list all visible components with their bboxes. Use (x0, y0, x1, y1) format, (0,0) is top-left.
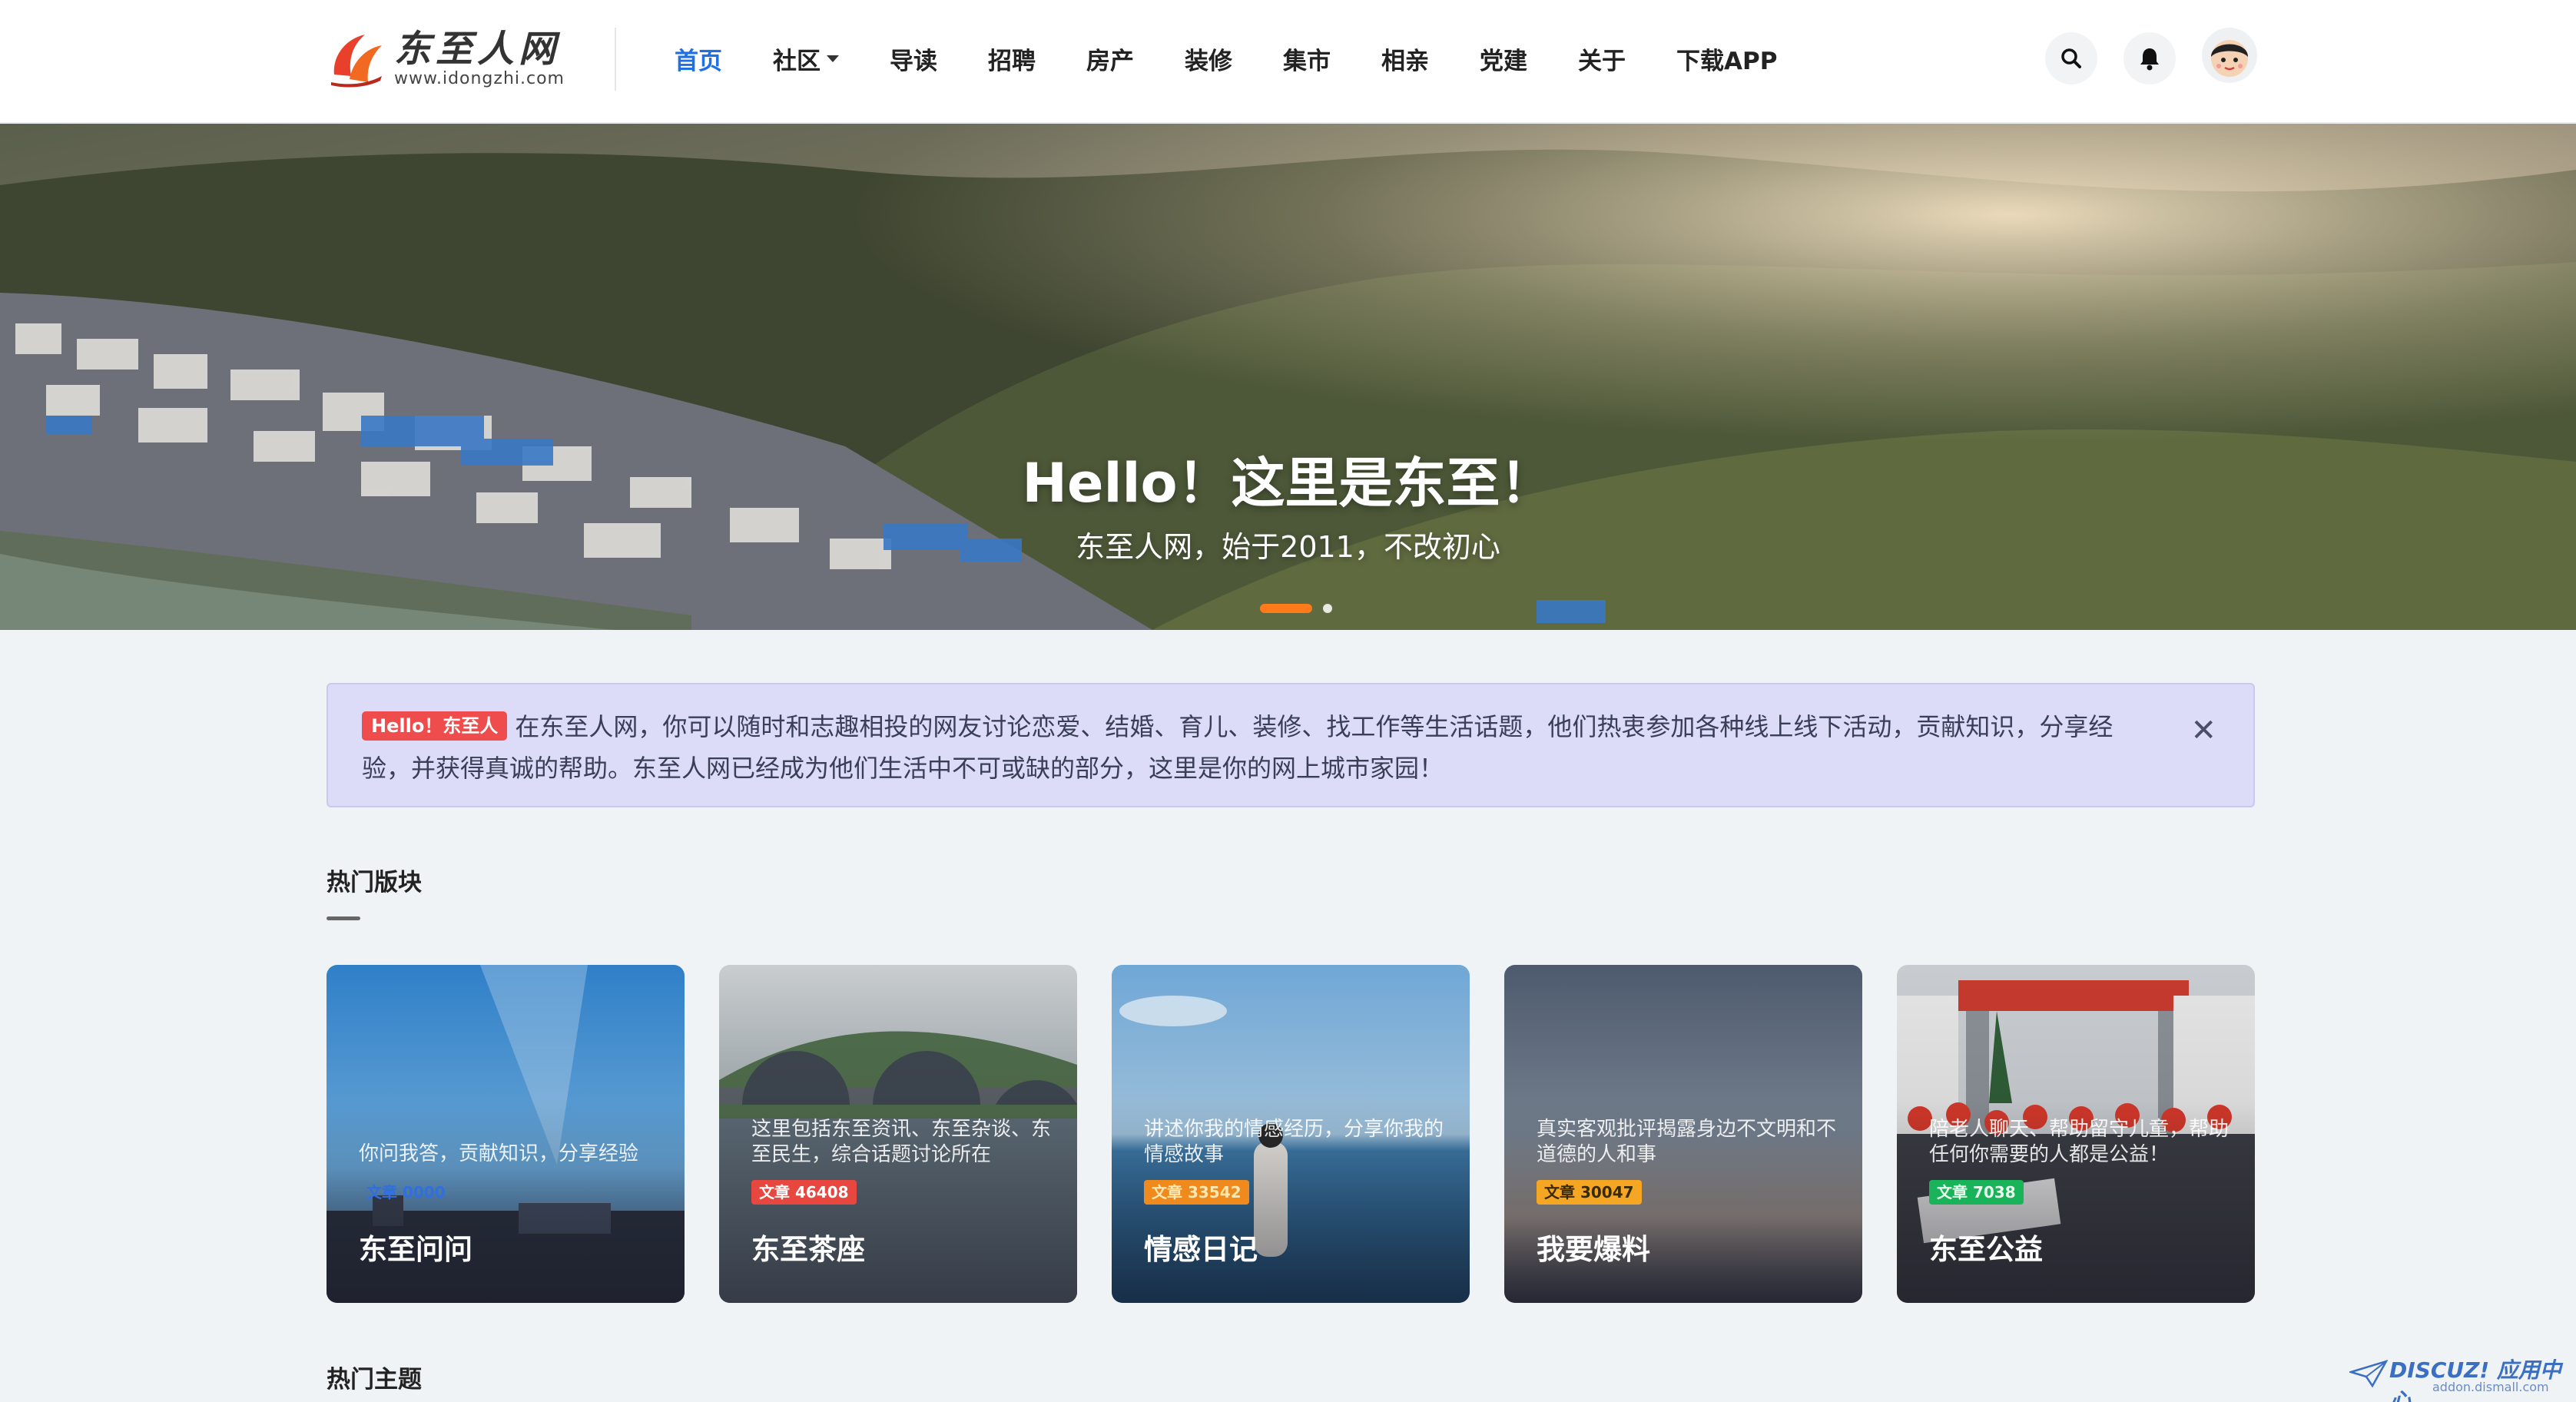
board-article-count: 文章 46408 (751, 1180, 857, 1205)
board-name: 我要爆料 (1537, 1233, 1650, 1266)
nav-label: 装修 (1185, 47, 1232, 75)
hot-boards-list: 你问我答，贡献知识，分享经验 文章 0000 东至问问 这里包括东至资讯、东至杂… (327, 965, 2255, 1303)
nav-label: 党建 (1480, 47, 1527, 75)
notifications-button[interactable] (2123, 32, 2176, 85)
nav-label: 相亲 (1381, 47, 1429, 75)
nav-label: 集市 (1283, 47, 1331, 75)
board-card[interactable]: 真实客观批评揭露身边不文明和不道德的人和事 文章 30047 我要爆料 (1504, 965, 1862, 1303)
bell-icon (2140, 48, 2159, 71)
board-article-count: 文章 0000 (366, 1183, 446, 1201)
board-description: 陪老人聊天、帮助留守儿童，帮助任何你需要的人都是公益！ (1929, 1118, 2230, 1166)
welcome-notice: Hello！东至人 在东至人网，你可以随时和志趣相投的网友讨论恋爱、结婚、育儿、装… (327, 683, 2255, 807)
nav-label: 导读 (890, 47, 937, 75)
board-article-count: 文章 7038 (1929, 1180, 2024, 1205)
board-description: 这里包括东至资讯、东至杂谈、东至民生，综合话题讨论所在 (751, 1118, 1052, 1166)
nav-label: 首页 (675, 47, 722, 75)
nav-item-market[interactable]: 集市 (1283, 41, 1331, 76)
hero-banner[interactable]: Hello！这里是东至！ 东至人网，始于2011，不改初心 (0, 124, 2576, 630)
carousel-dot-2[interactable] (1323, 604, 1332, 613)
search-icon (2061, 48, 2081, 68)
board-description: 讲述你我的情感经历，分享你我的情感故事 (1144, 1118, 1444, 1166)
nav-item-dating[interactable]: 相亲 (1381, 41, 1429, 76)
carousel-dot-1[interactable] (1260, 604, 1312, 613)
nav-item-party[interactable]: 党建 (1480, 41, 1527, 76)
board-name: 东至公益 (1929, 1233, 2043, 1266)
hero-subtitle: 东至人网，始于2011，不改初心 (1076, 530, 1500, 564)
nav-label: 社区 (773, 47, 821, 75)
site-logo[interactable]: 东至人网 www.idongzhi.com (327, 26, 564, 91)
notice-text: 在东至人网，你可以随时和志趣相投的网友讨论恋爱、结婚、育儿、装修、找工作等生活话… (362, 712, 2114, 783)
notice-badge: Hello！东至人 (362, 711, 508, 741)
hot-boards-title: 热门版块 (327, 869, 422, 897)
nav-label: 招聘 (988, 47, 1036, 75)
avatar-face-icon (2211, 40, 2248, 77)
nav-item-about[interactable]: 关于 (1578, 41, 1626, 76)
search-button[interactable] (2045, 32, 2097, 85)
main-nav: 首页 社区 导读 招聘 房产 装修 集市 相亲 党建 关于 下载APP (675, 0, 1828, 117)
watermark-url: addon.dismall.com (2432, 1380, 2549, 1394)
board-name: 情感日记 (1144, 1233, 1258, 1266)
user-avatar[interactable] (2202, 28, 2257, 83)
logo-title: 东至人网 (394, 28, 561, 71)
nav-item-housing[interactable]: 房产 (1086, 41, 1134, 76)
header-divider (615, 28, 616, 91)
close-icon[interactable]: ✕ (2190, 715, 2216, 746)
site-header: 东至人网 www.idongzhi.com 首页 社区 导读 招聘 房产 装修 … (0, 0, 2576, 123)
nav-label: 房产 (1086, 47, 1134, 75)
chevron-down-icon (827, 55, 839, 62)
nav-label: 关于 (1578, 47, 1626, 75)
paper-plane-icon (2349, 1360, 2388, 1388)
board-description: 你问我答，贡献知识，分享经验 (359, 1142, 639, 1165)
board-card[interactable]: 你问我答，贡献知识，分享经验 文章 0000 东至问问 (327, 965, 685, 1303)
logo-url: www.idongzhi.com (394, 69, 565, 88)
board-name: 东至问问 (359, 1233, 472, 1266)
board-card[interactable]: 讲述你我的情感经历，分享你我的情感故事 文章 33542 情感日记 (1112, 965, 1470, 1303)
carousel-indicators (1260, 604, 1332, 613)
hero-title: Hello！这里是东至！ (1022, 452, 1554, 515)
nav-item-home[interactable]: 首页 (675, 41, 722, 76)
board-description: 真实客观批评揭露身边不文明和不道德的人和事 (1537, 1118, 1837, 1166)
nav-item-community[interactable]: 社区 (773, 41, 839, 76)
board-name: 东至茶座 (751, 1233, 865, 1266)
board-article-count: 文章 30047 (1537, 1180, 1642, 1205)
section-underline (327, 916, 360, 920)
nav-item-guide[interactable]: 导读 (890, 41, 937, 76)
hot-topics-title: 热门主题 (327, 1366, 422, 1394)
board-card[interactable]: 这里包括东至资讯、东至杂谈、东至民生，综合话题讨论所在 文章 46408 东至茶… (719, 965, 1077, 1303)
board-card[interactable]: 陪老人聊天、帮助留守儿童，帮助任何你需要的人都是公益！ 文章 7038 东至公益 (1897, 965, 2255, 1303)
nav-item-decoration[interactable]: 装修 (1185, 41, 1232, 76)
nav-item-download-app[interactable]: 下载APP (1676, 41, 1777, 76)
nav-label: 下载APP (1676, 47, 1778, 75)
board-article-count: 文章 33542 (1144, 1180, 1249, 1205)
discuz-watermark: DISCUZ! 应用中心 addon.dismall.com (2349, 1354, 2564, 1402)
watermark-title: DISCUZ! 应用中心 (2389, 1357, 2561, 1402)
logo-icon (331, 35, 382, 88)
nav-item-jobs[interactable]: 招聘 (988, 41, 1036, 76)
